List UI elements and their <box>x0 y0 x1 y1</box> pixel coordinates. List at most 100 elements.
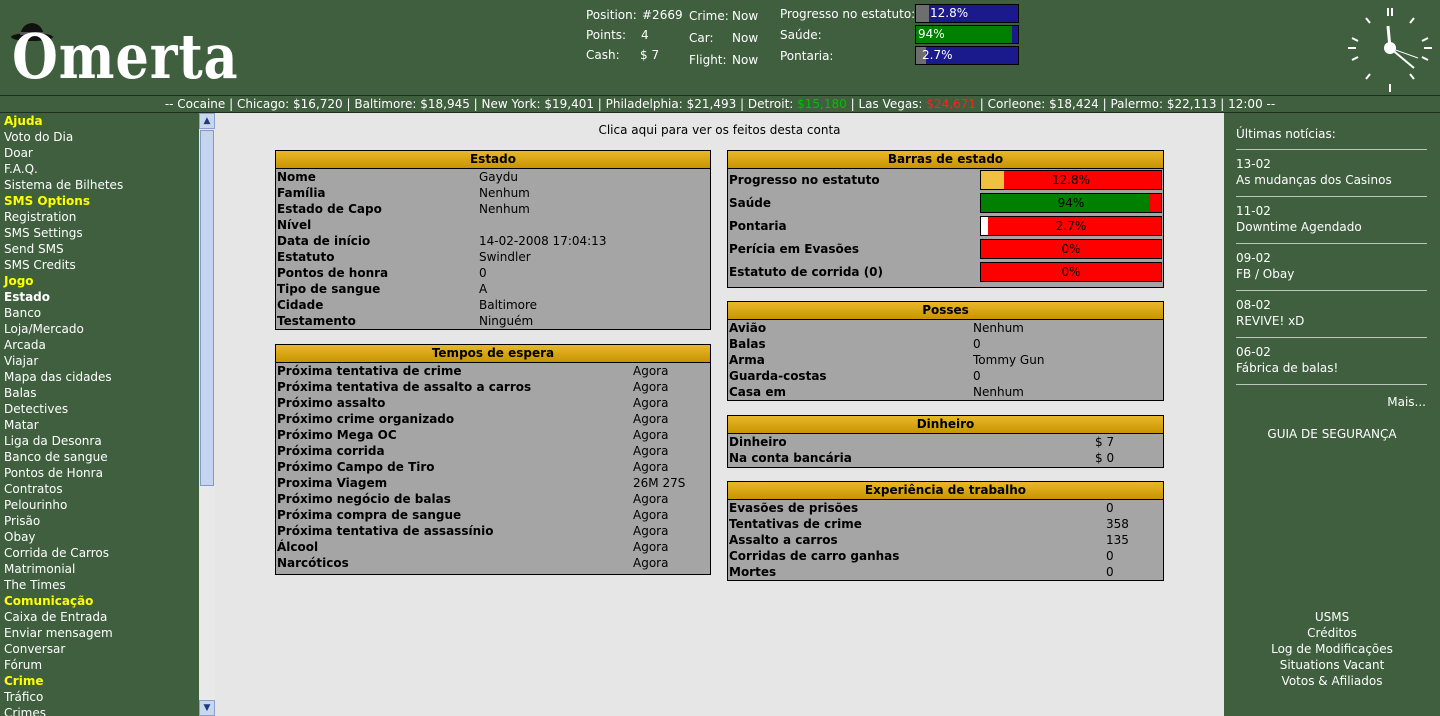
row-value: Swindler <box>479 250 531 264</box>
experiencia-panel-title: Experiência de trabalho <box>728 482 1163 500</box>
row-value: Agora <box>633 380 669 394</box>
row-label: Próximo negócio de balas <box>277 492 451 506</box>
table-row: Estado de Capo Nenhum <box>276 201 710 217</box>
news-headline: Downtime Agendado <box>1236 220 1362 234</box>
news-item[interactable]: 06-02 Fábrica de balas! <box>1236 344 1338 376</box>
sidebar-category-sms-options[interactable]: SMS Options <box>0 193 199 209</box>
sidebar-item-matrimonial[interactable]: Matrimonial <box>0 561 199 577</box>
ticker-vegas-price: $24,671 <box>926 97 976 111</box>
news-divider <box>1236 337 1427 338</box>
row-label: Estatuto <box>277 250 335 264</box>
scroll-down-icon[interactable]: ▼ <box>199 700 215 716</box>
news-headline: REVIVE! xD <box>1236 314 1305 328</box>
sidebar-item-tr-fico[interactable]: Tráfico <box>0 689 199 705</box>
sidebar-item-doar[interactable]: Doar <box>0 145 199 161</box>
table-row: Tentativas de crime 358 <box>728 516 1163 532</box>
dinheiro-panel-title: Dinheiro <box>728 416 1163 434</box>
table-row: Álcool Agora <box>276 539 710 555</box>
table-row: Assalto a carros 135 <box>728 532 1163 548</box>
posses-rows: Avião Nenhum Balas 0 Arma Tommy Gun Guarda-cos… <box>728 320 1163 400</box>
sidebar-item-voto-do-dia[interactable]: Voto do Dia <box>0 129 199 145</box>
sidebar-item-matar[interactable]: Matar <box>0 417 199 433</box>
status-bar: 12.8% <box>980 170 1162 190</box>
sidebar-item-mapa-das-cidades[interactable]: Mapa das cidades <box>0 369 199 385</box>
row-value: 358 <box>1106 517 1129 531</box>
sidebar-item-corrida-de-carros[interactable]: Corrida de Carros <box>0 545 199 561</box>
sidebar-item-pontos-de-honra[interactable]: Pontos de Honra <box>0 465 199 481</box>
sidebar-item-pris-o[interactable]: Prisão <box>0 513 199 529</box>
sidebar-item-crimes[interactable]: Crimes <box>0 705 199 716</box>
footer-link-situations-vacant[interactable]: Situations Vacant <box>1224 657 1440 673</box>
sidebar-item-estado[interactable]: Estado <box>0 289 199 305</box>
news-item[interactable]: 13-02 As mudanças dos Casinos <box>1236 156 1392 188</box>
sidebar-item-pelourinho[interactable]: Pelourinho <box>0 497 199 513</box>
row-label: Próximo crime organizado <box>277 412 455 426</box>
table-row: Testamento Ninguém <box>276 313 710 329</box>
row-value: Agora <box>633 508 669 522</box>
sidebar-item-loja-mercado[interactable]: Loja/Mercado <box>0 321 199 337</box>
sidebar-category-crime[interactable]: Crime <box>0 673 199 689</box>
sidebar-item-enviar-mensagem[interactable]: Enviar mensagem <box>0 625 199 641</box>
sidebar-scrollbar[interactable]: ▲ ▼ <box>199 113 215 716</box>
table-row: Próxima tentativa de crime Agora <box>276 363 710 379</box>
points-value: 4 <box>641 28 649 42</box>
row-value: Nenhum <box>973 321 1024 335</box>
sidebar-item-send-sms[interactable]: Send SMS <box>0 241 199 257</box>
news-item[interactable]: 09-02 FB / Obay <box>1236 250 1294 282</box>
table-row: Pontos de honra 0 <box>276 265 710 281</box>
table-row: Corridas de carro ganhas 0 <box>728 548 1163 564</box>
news-date: 13-02 <box>1236 157 1271 171</box>
scrollbar-thumb[interactable] <box>200 130 214 486</box>
sidebar-item-liga-da-desonra[interactable]: Liga da Desonra <box>0 433 199 449</box>
sidebar-item-balas[interactable]: Balas <box>0 385 199 401</box>
sidebar-category-comunica-o[interactable]: Comunicação <box>0 593 199 609</box>
sidebar-item-contratos[interactable]: Contratos <box>0 481 199 497</box>
row-label: Estado de Capo <box>277 202 382 216</box>
row-label: Próxima corrida <box>277 444 385 458</box>
footer-link-log-de-modifica-es[interactable]: Log de Modificações <box>1224 641 1440 657</box>
sidebar-item-sms-settings[interactable]: SMS Settings <box>0 225 199 241</box>
ticker-middle: | Las Vegas: <box>846 97 927 111</box>
sidebar-item-obay[interactable]: Obay <box>0 529 199 545</box>
table-row: Próxima tentativa de assalto a carros Ago… <box>276 379 710 395</box>
sidebar-item-registration[interactable]: Registration <box>0 209 199 225</box>
sidebar-item-the-times[interactable]: The Times <box>0 577 199 593</box>
row-value: Nenhum <box>479 202 530 216</box>
security-guide-link[interactable]: GUIA DE SEGURANÇA <box>1224 427 1440 441</box>
aim-bar: 2.7% <box>915 46 1019 65</box>
news-item[interactable]: 11-02 Downtime Agendado <box>1236 203 1362 235</box>
news-item[interactable]: 08-02 REVIVE! xD <box>1236 297 1304 329</box>
sidebar-item-f-rum[interactable]: Fórum <box>0 657 199 673</box>
table-row: Na conta bancária $ 0 <box>728 450 1163 466</box>
sidebar-item-sistema-de-bilhetes[interactable]: Sistema de Bilhetes <box>0 177 199 193</box>
estado-rows: Nome Gaydu Família Nenhum Estado de Capo Nenh… <box>276 169 710 329</box>
footer-link-cr-ditos[interactable]: Créditos <box>1224 625 1440 641</box>
table-row: Próxima corrida Agora <box>276 443 710 459</box>
sidebar-item-conversar[interactable]: Conversar <box>0 641 199 657</box>
footer-link-votos-afiliados[interactable]: Votos & Afiliados <box>1224 673 1440 689</box>
row-label: Próxima tentativa de crime <box>277 364 462 378</box>
row-label: Proxima Viagem <box>277 476 388 490</box>
footer-link-usms[interactable]: USMS <box>1224 609 1440 625</box>
sidebar-item-f-a-q-[interactable]: F.A.Q. <box>0 161 199 177</box>
sidebar-category-jogo[interactable]: Jogo <box>0 273 199 289</box>
posses-panel-title: Posses <box>728 302 1163 320</box>
sidebar-item-arcada[interactable]: Arcada <box>0 337 199 353</box>
sidebar-item-caixa-de-entrada[interactable]: Caixa de Entrada <box>0 609 199 625</box>
omerta-logo[interactable]: Omerta <box>6 20 238 90</box>
price-ticker: -- Cocaine | Chicago: $16,720 | Baltimor… <box>0 95 1440 113</box>
more-news-link[interactable]: Mais... <box>1387 395 1426 409</box>
status-bar-row: Estatuto de corrida (0) 0% <box>728 261 1163 284</box>
sidebar-item-sms-credits[interactable]: SMS Credits <box>0 257 199 273</box>
sidebar-item-banco-de-sangue[interactable]: Banco de sangue <box>0 449 199 465</box>
sidebar-item-viajar[interactable]: Viajar <box>0 353 199 369</box>
status-bar-label: Progresso no estatuto <box>729 173 880 187</box>
sidebar-category-ajuda[interactable]: Ajuda <box>0 113 199 129</box>
row-label: Arma <box>729 353 765 367</box>
flight-label: Flight: <box>689 53 727 67</box>
points-label: Points: <box>586 28 627 42</box>
sidebar-item-detectives[interactable]: Detectives <box>0 401 199 417</box>
account-achievements-link[interactable]: Clica aqui para ver os feitos desta cont… <box>215 123 1224 137</box>
sidebar-item-banco[interactable]: Banco <box>0 305 199 321</box>
scroll-up-icon[interactable]: ▲ <box>199 113 215 129</box>
